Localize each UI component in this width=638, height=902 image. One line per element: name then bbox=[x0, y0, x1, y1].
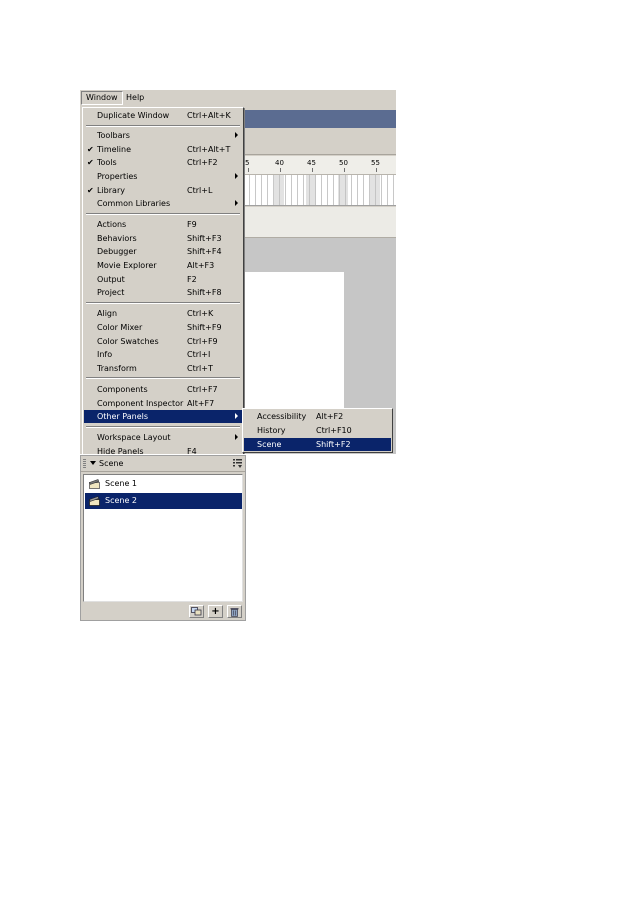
scene-list: Scene 1 Scene 2 bbox=[83, 474, 243, 602]
menu-item-debugger[interactable]: Debugger Shift+F4 bbox=[84, 245, 242, 258]
clapperboard-icon bbox=[89, 496, 100, 506]
scene-row-scene-2[interactable]: Scene 2 bbox=[85, 493, 242, 509]
duplicate-scene-button[interactable] bbox=[189, 605, 204, 618]
menu-separator bbox=[86, 213, 240, 215]
scene-panel: Scene Scene 1 Scene 2 + bbox=[80, 455, 246, 621]
menu-item-common-libraries[interactable]: Common Libraries bbox=[84, 197, 242, 210]
timeline-ruler: 5 40 45 50 55 bbox=[244, 156, 396, 175]
ruler-tick bbox=[344, 168, 345, 172]
submenu-arrow-icon bbox=[235, 132, 238, 138]
menu-item-actions[interactable]: Actions F9 bbox=[84, 218, 242, 231]
submenu-item-accessibility[interactable]: Accessibility Alt+F2 bbox=[244, 410, 391, 423]
window-menu-dropdown: Duplicate Window Ctrl+Alt+K Toolbars ✔ T… bbox=[82, 107, 244, 454]
menu-item-workspace-layout[interactable]: Workspace Layout bbox=[84, 431, 242, 444]
menu-separator bbox=[86, 377, 240, 379]
menu-separator bbox=[86, 125, 240, 127]
ruler-label: 55 bbox=[371, 159, 380, 167]
submenu-arrow-icon bbox=[235, 434, 238, 440]
menu-bar: Window Help bbox=[80, 90, 396, 107]
ruler-tick bbox=[248, 168, 249, 172]
other-panels-submenu: Accessibility Alt+F2 History Ctrl+F10 Sc… bbox=[242, 408, 393, 453]
ruler-tick bbox=[312, 168, 313, 172]
add-scene-button[interactable]: + bbox=[208, 605, 223, 618]
ruler-label: 45 bbox=[307, 159, 316, 167]
menu-item-hide-panels[interactable]: Hide Panels F4 bbox=[84, 445, 242, 454]
menu-help[interactable]: Help bbox=[122, 91, 148, 105]
menu-item-project[interactable]: Project Shift+F8 bbox=[84, 286, 242, 299]
check-icon: ✔ bbox=[87, 145, 94, 154]
clapperboard-icon bbox=[89, 479, 100, 489]
menu-separator bbox=[86, 302, 240, 304]
frame-band bbox=[370, 175, 380, 205]
frame-band bbox=[274, 175, 284, 205]
duplicate-scene-icon bbox=[191, 607, 202, 616]
stage[interactable] bbox=[244, 272, 344, 408]
timeline-frames[interactable] bbox=[244, 175, 396, 206]
submenu-arrow-icon bbox=[235, 413, 238, 419]
menu-item-timeline[interactable]: ✔ Timeline Ctrl+Alt+T bbox=[84, 143, 242, 156]
menu-item-tools[interactable]: ✔ Tools Ctrl+F2 bbox=[84, 156, 242, 169]
menu-item-other-panels[interactable]: Other Panels bbox=[84, 410, 242, 423]
submenu-arrow-icon bbox=[235, 200, 238, 206]
frame-band bbox=[338, 175, 348, 205]
ruler-tick bbox=[280, 168, 281, 172]
scene-panel-header[interactable]: Scene bbox=[81, 456, 245, 472]
frame-band bbox=[306, 175, 316, 205]
menu-item-components[interactable]: Components Ctrl+F7 bbox=[84, 383, 242, 396]
trash-icon bbox=[230, 608, 239, 617]
panel-options-icon[interactable] bbox=[233, 459, 243, 468]
collapse-triangle-icon[interactable] bbox=[90, 461, 96, 465]
timeline-footer bbox=[244, 207, 396, 238]
ruler-tick bbox=[376, 168, 377, 172]
flash-application-window: 5 40 45 50 55 Window Help Duplicate Wind… bbox=[80, 90, 396, 454]
submenu-arrow-icon bbox=[235, 173, 238, 179]
ruler-label: 5 bbox=[245, 159, 250, 167]
menu-item-color-mixer[interactable]: Color Mixer Shift+F9 bbox=[84, 321, 242, 334]
menu-separator bbox=[86, 426, 240, 428]
delete-scene-button[interactable] bbox=[227, 605, 242, 618]
menu-item-properties[interactable]: Properties bbox=[84, 170, 242, 183]
menu-item-info[interactable]: Info Ctrl+I bbox=[84, 348, 242, 361]
menu-item-movie-explorer[interactable]: Movie Explorer Alt+F3 bbox=[84, 259, 242, 272]
document-title-bar bbox=[244, 110, 396, 128]
scene-panel-title: Scene bbox=[99, 459, 124, 468]
menu-item-behaviors[interactable]: Behaviors Shift+F3 bbox=[84, 232, 242, 245]
scene-panel-footer: + bbox=[81, 604, 245, 620]
submenu-item-scene[interactable]: Scene Shift+F2 bbox=[244, 438, 391, 451]
check-icon: ✔ bbox=[87, 158, 94, 167]
menu-item-transform[interactable]: Transform Ctrl+T bbox=[84, 362, 242, 375]
menu-item-library[interactable]: ✔ Library Ctrl+L bbox=[84, 184, 242, 197]
menu-item-align[interactable]: Align Ctrl+K bbox=[84, 307, 242, 320]
panel-grip-icon[interactable] bbox=[83, 459, 86, 468]
menu-item-color-swatches[interactable]: Color Swatches Ctrl+F9 bbox=[84, 335, 242, 348]
ruler-label: 50 bbox=[339, 159, 348, 167]
check-icon: ✔ bbox=[87, 186, 94, 195]
submenu-item-history[interactable]: History Ctrl+F10 bbox=[244, 424, 391, 437]
scene-row-scene-1[interactable]: Scene 1 bbox=[85, 476, 242, 492]
menu-window[interactable]: Window bbox=[81, 91, 123, 105]
menu-item-duplicate-window[interactable]: Duplicate Window Ctrl+Alt+K bbox=[84, 109, 242, 122]
menu-item-component-inspector[interactable]: Component Inspector Alt+F7 bbox=[84, 397, 242, 410]
menu-item-toolbars[interactable]: Toolbars bbox=[84, 129, 242, 142]
edit-bar bbox=[244, 132, 396, 155]
ruler-label: 40 bbox=[275, 159, 284, 167]
menu-item-output[interactable]: Output F2 bbox=[84, 273, 242, 286]
